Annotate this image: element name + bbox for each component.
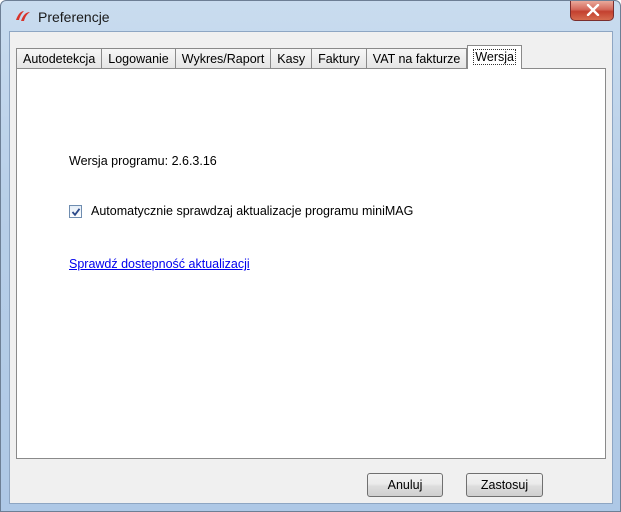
tab-wykres-raport[interactable]: Wykres/Raport xyxy=(174,48,272,69)
window-title: Preferencje xyxy=(38,9,110,25)
minimag-logo-icon xyxy=(16,11,30,21)
dialog-body: Autodetekcja Logowanie Wykres/Raport Kas… xyxy=(9,31,613,504)
checkmark-icon xyxy=(71,207,81,216)
auto-update-option[interactable]: Automatycznie sprawdzaj aktualizacje pro… xyxy=(69,204,413,218)
title-bar[interactable]: Preferencje xyxy=(1,1,620,31)
close-icon xyxy=(586,4,600,16)
tab-faktury[interactable]: Faktury xyxy=(311,48,367,69)
tab-strip: Autodetekcja Logowanie Wykres/Raport Kas… xyxy=(16,45,522,69)
apply-button[interactable]: Zastosuj xyxy=(466,473,543,497)
auto-update-label[interactable]: Automatycznie sprawdzaj aktualizacje pro… xyxy=(91,204,413,218)
close-button[interactable] xyxy=(570,1,614,21)
tab-vat-na-fakturze[interactable]: VAT na fakturze xyxy=(365,48,468,69)
auto-update-checkbox[interactable] xyxy=(69,204,82,218)
program-version-text: Wersja programu: 2.6.3.16 xyxy=(69,154,217,168)
tab-wersja[interactable]: Wersja xyxy=(467,45,522,69)
cancel-button[interactable]: Anuluj xyxy=(367,473,443,497)
preferences-window: Preferencje Autodetekcja Logowanie Wykre… xyxy=(0,0,621,512)
tab-kasy[interactable]: Kasy xyxy=(270,48,313,69)
tab-panel-wersja: Wersja programu: 2.6.3.16 Automatycznie … xyxy=(16,68,606,459)
tab-autodetekcja[interactable]: Autodetekcja xyxy=(16,48,103,69)
check-updates-link[interactable]: Sprawdź dostepność aktualizacji xyxy=(69,257,250,271)
tab-logowanie[interactable]: Logowanie xyxy=(101,48,176,69)
